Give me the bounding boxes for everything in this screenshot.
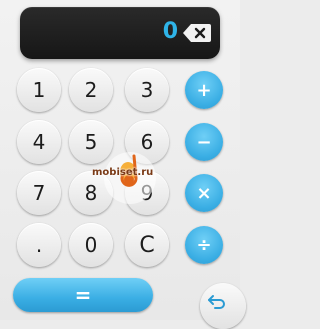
digit-3-button[interactable]: 3 xyxy=(125,68,169,112)
digit-5-button[interactable]: 5 xyxy=(69,120,113,164)
digit-7-button[interactable]: 7 xyxy=(17,171,61,215)
digit-4-button[interactable]: 4 xyxy=(17,120,61,164)
digit-2-button[interactable]: 2 xyxy=(69,68,113,112)
watermark-text: mobiset.ru xyxy=(92,167,154,178)
add-button[interactable]: + xyxy=(185,71,223,109)
back-arrow-icon xyxy=(208,295,225,309)
equals-button[interactable]: = xyxy=(13,278,153,312)
subtract-button[interactable]: − xyxy=(185,123,223,161)
digit-0-button[interactable]: 0 xyxy=(69,223,113,267)
display-value: 0 xyxy=(162,19,178,44)
digit-6-button[interactable]: 6 xyxy=(125,120,169,164)
backspace-button[interactable] xyxy=(180,22,214,44)
calculator-display: 0 xyxy=(20,7,220,59)
multiply-button[interactable]: × xyxy=(185,174,223,212)
calculator-app: 0 1 2 3 + 4 5 6 − 7 8 9 × . 0 C ÷ = mobi… xyxy=(0,0,246,329)
digit-1-button[interactable]: 1 xyxy=(17,68,61,112)
back-button[interactable] xyxy=(200,283,246,329)
divide-button[interactable]: ÷ xyxy=(185,226,223,264)
decimal-point-button[interactable]: . xyxy=(17,223,61,267)
clear-button[interactable]: C xyxy=(125,223,169,267)
backspace-icon xyxy=(183,24,211,42)
